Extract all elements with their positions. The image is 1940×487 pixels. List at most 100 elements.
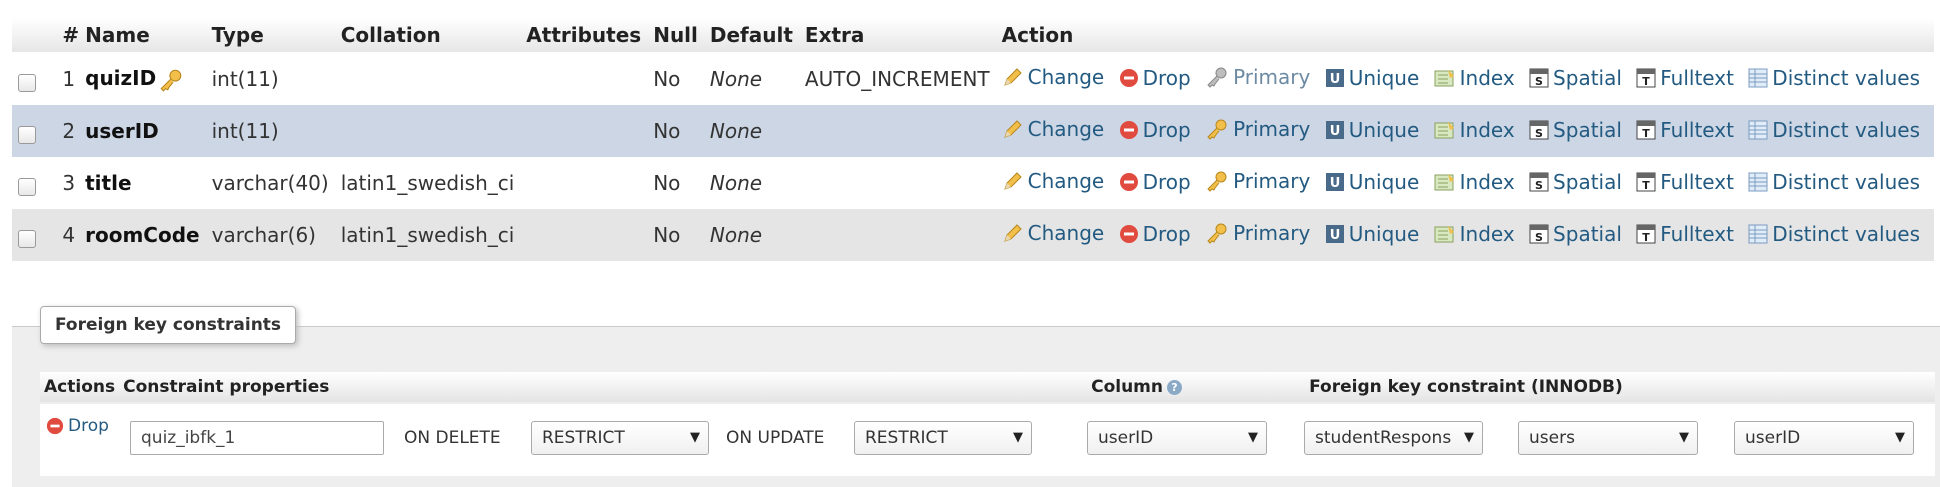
column-extra [798, 209, 996, 261]
fulltext-link[interactable]: T Fulltext [1636, 170, 1734, 194]
column-name[interactable]: quizID [85, 66, 156, 90]
column-extra [798, 157, 996, 209]
fulltext-link[interactable]: T Fulltext [1636, 66, 1734, 90]
unique-icon: U [1325, 173, 1344, 191]
primary-link[interactable]: Primary [1205, 117, 1310, 141]
column-name-cell[interactable]: userID [79, 105, 206, 157]
spatial-icon: S [1529, 68, 1549, 88]
fk-drop-link[interactable]: Drop [46, 416, 109, 436]
drop-link[interactable]: Drop [1119, 66, 1191, 90]
index-link[interactable]: Index [1434, 170, 1515, 194]
header-name[interactable]: Name [79, 18, 206, 53]
change-link[interactable]: Change [1002, 117, 1104, 141]
row-checkbox[interactable] [18, 177, 36, 196]
row-number: 4 [56, 209, 80, 261]
svg-text:U: U [1329, 176, 1340, 191]
primary-link[interactable]: Primary [1205, 221, 1310, 245]
column-name-cell[interactable]: title [79, 157, 206, 209]
row-number: 3 [56, 157, 80, 209]
ref-database-select[interactable]: studentRespons ▼ [1304, 421, 1483, 455]
help-icon[interactable]: ? [1167, 379, 1182, 395]
spatial-link[interactable]: S Spatial [1529, 118, 1622, 142]
key-icon [1207, 171, 1227, 192]
constraint-name-input[interactable] [130, 421, 384, 455]
column-type: int(11) [205, 52, 335, 105]
svg-text:S: S [1535, 231, 1543, 244]
header-extra[interactable]: Extra [798, 18, 996, 53]
fk-column-select[interactable]: userID ▼ [1087, 421, 1267, 455]
column-name[interactable]: title [85, 171, 131, 195]
column-name-cell[interactable]: quizID [79, 52, 206, 105]
drop-link[interactable]: Drop [1119, 222, 1191, 246]
distinct-values-link[interactable]: Distinct values [1748, 118, 1920, 142]
primary-key-icon [160, 69, 182, 92]
header-attributes[interactable]: Attributes [520, 18, 648, 53]
header-action: Action [995, 18, 1934, 53]
index-link[interactable]: Index [1434, 66, 1515, 90]
fulltext-link[interactable]: T Fulltext [1636, 118, 1734, 142]
row-checkbox[interactable] [18, 73, 36, 92]
row-checkbox[interactable] [18, 229, 36, 248]
index-link[interactable]: Index [1434, 118, 1515, 142]
pencil-icon [1003, 172, 1022, 190]
change-link[interactable]: Change [1002, 221, 1104, 245]
unique-link[interactable]: U Unique [1325, 118, 1419, 142]
fulltext-icon: T [1636, 68, 1656, 88]
header-type[interactable]: Type [205, 18, 335, 53]
row-checkbox-cell [12, 157, 57, 209]
ref-column-select[interactable]: userID ▼ [1734, 421, 1914, 455]
table-icon [1748, 172, 1768, 192]
row-checkbox[interactable] [18, 125, 36, 144]
spatial-link[interactable]: S Spatial [1529, 170, 1622, 194]
column-default: None [703, 52, 799, 105]
table-structure: # Name Type Collation Attributes Null De… [12, 18, 1934, 261]
header-num[interactable]: # [56, 18, 80, 53]
column-name[interactable]: userID [85, 119, 159, 143]
column-type: varchar(6) [205, 209, 335, 261]
change-link[interactable]: Change [1002, 65, 1104, 89]
drop-link[interactable]: Drop [1119, 170, 1191, 194]
unique-link[interactable]: U Unique [1325, 222, 1419, 246]
structure-header-row: # Name Type Collation Attributes Null De… [12, 18, 1934, 53]
unique-link[interactable]: U Unique [1325, 66, 1419, 90]
header-collation[interactable]: Collation [334, 18, 521, 53]
distinct-values-link[interactable]: Distinct values [1748, 222, 1920, 246]
on-update-select[interactable]: RESTRICT ▼ [854, 421, 1032, 455]
svg-text:U: U [1329, 124, 1340, 139]
on-delete-select[interactable]: RESTRICT ▼ [531, 421, 709, 455]
dropdown-arrow-icon: ▼ [1013, 430, 1023, 445]
header-default[interactable]: Default [703, 18, 799, 53]
unique-link[interactable]: U Unique [1325, 170, 1419, 194]
drop-icon [1119, 225, 1138, 243]
fulltext-link[interactable]: T Fulltext [1636, 222, 1734, 246]
table-row[interactable]: 4 roomCode varchar(6) latin1_swedish_ci … [12, 209, 1934, 261]
drop-link[interactable]: Drop [1119, 118, 1191, 142]
change-link[interactable]: Change [1002, 169, 1104, 193]
drop-icon [1119, 121, 1138, 139]
ref-table-select[interactable]: users ▼ [1518, 421, 1698, 455]
unique-icon: U [1325, 69, 1344, 87]
distinct-values-link[interactable]: Distinct values [1748, 170, 1920, 194]
distinct-values-link[interactable]: Distinct values [1748, 66, 1920, 90]
header-null[interactable]: Null [647, 18, 704, 53]
table-row[interactable]: 2 userID int(11) No None Change Drop Pri… [12, 105, 1934, 157]
on-update-label: ON UPDATE [726, 428, 825, 448]
index-link[interactable]: Index [1434, 222, 1515, 246]
column-name-cell[interactable]: roomCode [79, 209, 206, 261]
table-row[interactable]: 3 title varchar(40) latin1_swedish_ci No… [12, 157, 1934, 209]
column-collation: latin1_swedish_ci [334, 209, 521, 261]
svg-text:T: T [1643, 179, 1651, 192]
column-name[interactable]: roomCode [85, 223, 199, 247]
drop-icon [46, 417, 64, 435]
dropdown-arrow-icon: ▼ [1464, 430, 1474, 445]
spatial-link[interactable]: S Spatial [1529, 222, 1622, 246]
fk-header-row: Actions Constraint properties Column? Fo… [40, 372, 1935, 402]
column-null: No [647, 52, 704, 105]
table-row[interactable]: 1 quizID int(11) No None AUTO_INCREMENT … [12, 52, 1934, 105]
dropdown-arrow-icon: ▼ [690, 430, 700, 445]
spatial-link[interactable]: S Spatial [1529, 66, 1622, 90]
primary-link[interactable]: Primary [1205, 65, 1310, 89]
primary-link[interactable]: Primary [1205, 169, 1310, 193]
row-checkbox-cell [12, 52, 57, 105]
spatial-icon: S [1529, 224, 1549, 244]
